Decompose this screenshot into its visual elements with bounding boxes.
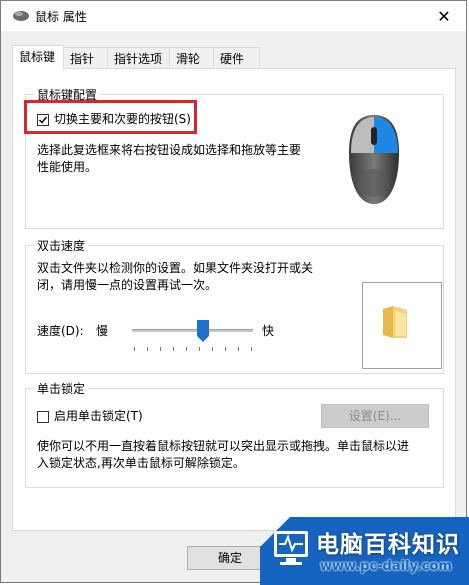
tab-buttons[interactable]: 鼠标键 <box>12 45 64 69</box>
fast-label: 快 <box>262 324 275 338</box>
tab-label: 滑轮 <box>176 52 201 66</box>
click-lock-description: 入锁定状态,再次单击鼠标可解除锁定。 <box>37 456 245 470</box>
swap-description: 选择此复选框来将右按钮设成如选择和拖放等主要 <box>37 143 302 157</box>
swap-description: 性能使用。 <box>37 160 98 174</box>
speed-slider-thumb[interactable] <box>197 320 210 342</box>
tab-label: 鼠标键 <box>19 50 56 64</box>
tab-pointer-options[interactable]: 指针选项 <box>107 47 170 67</box>
double-click-description: 双击文件夹以检测你的设置。如果文件夹没打开或关 <box>37 261 314 275</box>
close-button[interactable]: ✕ <box>422 1 466 31</box>
slider-ticks <box>134 347 252 351</box>
highlight-box <box>24 100 197 134</box>
group-title: 单击锁定 <box>34 380 89 397</box>
mouse-illustration-icon <box>349 115 399 204</box>
click-lock-settings-button[interactable]: 设置(E)... <box>321 404 429 428</box>
speed-label: 速度(D): <box>37 324 84 338</box>
test-folder-area[interactable] <box>362 282 442 369</box>
mouse-icon <box>13 11 29 21</box>
click-lock-description: 使你可以不用一直按着鼠标按钮就可以突出显示或拖拽。单击鼠标以进 <box>37 439 410 453</box>
group-title: 双击速度 <box>34 237 89 254</box>
watermark: 电脑百科知识 www.pc-daily.com <box>260 517 469 585</box>
mouse-properties-dialog: 鼠标 属性 ✕ 鼠标键 指针 指针选项 滑轮 硬件 鼠标键配置 切换主要和次要的… <box>0 0 467 583</box>
tab-label: 指针 <box>70 52 95 66</box>
double-click-description: 闭，请用慢一点的设置再试一次。 <box>37 278 218 292</box>
folder-icon <box>383 306 407 338</box>
slow-label: 慢 <box>96 324 109 338</box>
tab-label: 指针选项 <box>114 52 163 66</box>
tab-hardware[interactable]: 硬件 <box>213 47 260 67</box>
speed-slider-track[interactable] <box>132 329 253 332</box>
watermark-url: www.pc-daily.com <box>320 559 452 574</box>
close-icon: ✕ <box>437 6 451 26</box>
click-lock-label[interactable]: 启用单击锁定(T) <box>54 408 143 425</box>
tab-pointers[interactable]: 指针 <box>63 47 108 67</box>
click-lock-checkbox[interactable] <box>37 411 49 423</box>
window-title: 鼠标 属性 <box>35 10 87 24</box>
title-bar: 鼠标 属性 ✕ <box>1 1 466 31</box>
tab-label: 硬件 <box>220 52 245 66</box>
watermark-title: 电脑百科知识 <box>316 532 460 558</box>
tab-wheel[interactable]: 滑轮 <box>169 47 214 67</box>
